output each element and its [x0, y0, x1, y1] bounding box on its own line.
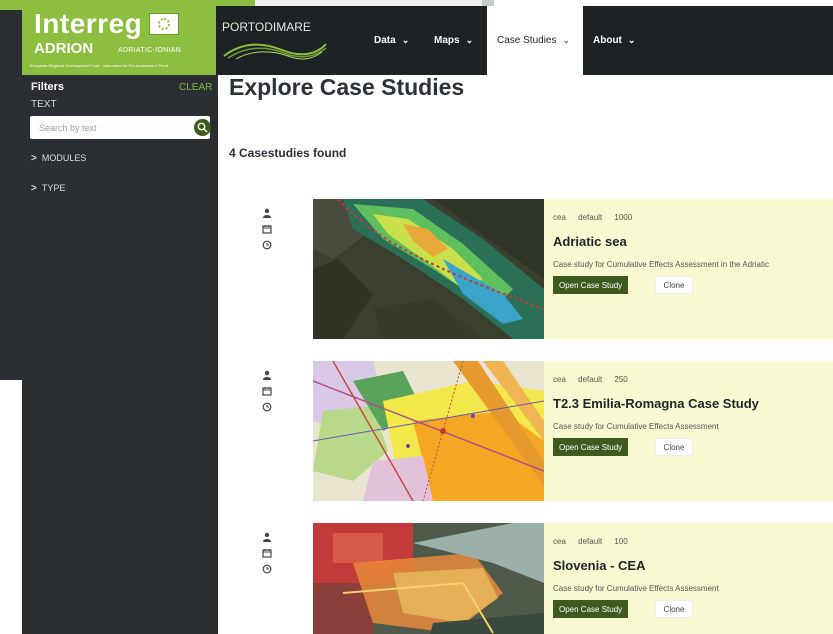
- nav-maps[interactable]: Maps ⌄: [424, 6, 484, 75]
- card-icons: [262, 205, 276, 253]
- card-meta: cea default 100: [553, 537, 638, 546]
- open-case-study-button[interactable]: Open Case Study: [553, 276, 629, 294]
- case-study-thumbnail[interactable]: [313, 361, 544, 501]
- chevron-right-icon: >: [31, 183, 37, 194]
- clone-button[interactable]: Clone: [655, 438, 693, 456]
- clock-icon: [262, 237, 272, 250]
- case-study-card: cea default 100 Slovenia - CEA Case stud…: [544, 523, 833, 634]
- nav-case-studies[interactable]: Case Studies ⌄: [487, 6, 583, 75]
- search-button[interactable]: [194, 119, 211, 136]
- eu-flag-icon: [149, 13, 179, 35]
- user-icon: [262, 529, 272, 542]
- card-title[interactable]: Adriatic sea: [553, 234, 627, 249]
- clear-filters-button[interactable]: CLEAR: [179, 82, 212, 93]
- case-study-thumbnail[interactable]: [313, 199, 544, 339]
- clock-icon: [262, 561, 272, 574]
- logo-title: Interreg: [34, 8, 143, 39]
- filter-section-label: MODULES: [41, 153, 87, 163]
- logo-subregion: ADRIATIC-IONIAN: [118, 47, 182, 54]
- user-icon: [262, 205, 272, 218]
- chevron-down-icon: ⌄: [562, 35, 571, 45]
- nav-data[interactable]: Data ⌄: [364, 6, 422, 75]
- chevron-down-icon: ⌄: [465, 35, 474, 45]
- filter-section-modules[interactable]: > MODULES: [31, 153, 86, 164]
- chevron-down-icon: ⌄: [627, 35, 636, 45]
- case-study-thumbnail[interactable]: [313, 523, 544, 634]
- card-title[interactable]: Slovenia - CEA: [553, 558, 645, 573]
- filters-title: Filters: [31, 81, 65, 93]
- card-scope: default: [578, 213, 603, 222]
- interreg-logo[interactable]: Interreg ADRION ADRIATIC-IONIAN European…: [22, 6, 216, 75]
- card-module: cea: [553, 375, 566, 384]
- page-title: Explore Case Studies: [229, 74, 465, 100]
- clock-icon: [262, 399, 272, 412]
- calendar-icon: [262, 383, 272, 396]
- card-scope: default: [578, 375, 603, 384]
- filters-sidebar: Filters CLEAR TEXT > MODULES > TYPE: [22, 75, 218, 634]
- nav-case-studies-label: Case Studies: [497, 35, 557, 46]
- search-box: [30, 116, 211, 139]
- results-count: 4 Casestudies found: [229, 146, 347, 160]
- calendar-icon: [262, 545, 272, 558]
- project-title[interactable]: PORTODIMARE: [222, 20, 311, 34]
- clone-button[interactable]: Clone: [655, 276, 693, 294]
- wave-logo-icon: [223, 43, 327, 60]
- card-icons: [262, 367, 276, 415]
- chevron-down-icon: ⌄: [401, 35, 410, 45]
- card-value: 250: [614, 375, 628, 384]
- card-title[interactable]: T2.3 Emilia-Romagna Case Study: [553, 396, 759, 411]
- case-study-card: cea default 250 T2.3 Emilia-Romagna Case…: [544, 361, 833, 501]
- card-meta: cea default 1000: [553, 213, 642, 222]
- search-icon: [197, 122, 208, 133]
- card-value: 100: [614, 537, 628, 546]
- nav-maps-label: Maps: [434, 35, 460, 46]
- case-study-card: cea default 1000 Adriatic sea Case study…: [544, 199, 833, 339]
- nav-about-label: About: [593, 35, 622, 46]
- background-panel: [0, 0, 22, 380]
- search-input[interactable]: [30, 116, 190, 139]
- calendar-icon: [262, 221, 272, 234]
- logo-tagline: European Regional Development Fund - Ins…: [30, 63, 168, 68]
- card-description: Case study for Cumulative Effects Assess…: [553, 584, 719, 593]
- open-case-study-button[interactable]: Open Case Study: [553, 438, 629, 456]
- card-module: cea: [553, 213, 566, 222]
- card-description: Case study for Cumulative Effects Assess…: [553, 422, 719, 431]
- nav-data-label: Data: [374, 35, 396, 46]
- card-description: Case study for Cumulative Effects Assess…: [553, 260, 769, 269]
- filter-section-type[interactable]: > TYPE: [31, 183, 65, 194]
- card-value: 1000: [614, 213, 633, 222]
- nav-about[interactable]: About ⌄: [583, 6, 653, 75]
- text-filter-label: TEXT: [31, 99, 57, 110]
- open-case-study-button[interactable]: Open Case Study: [553, 600, 629, 618]
- user-icon: [262, 367, 272, 380]
- clone-button[interactable]: Clone: [655, 600, 693, 618]
- card-icons: [262, 529, 276, 577]
- card-scope: default: [578, 537, 603, 546]
- filter-section-label: TYPE: [41, 183, 66, 193]
- chevron-right-icon: >: [31, 153, 37, 164]
- logo-region: ADRION: [34, 40, 94, 57]
- card-meta: cea default 250: [553, 375, 638, 384]
- card-module: cea: [553, 537, 566, 546]
- page: Interreg ADRION ADRIATIC-IONIAN European…: [0, 0, 833, 634]
